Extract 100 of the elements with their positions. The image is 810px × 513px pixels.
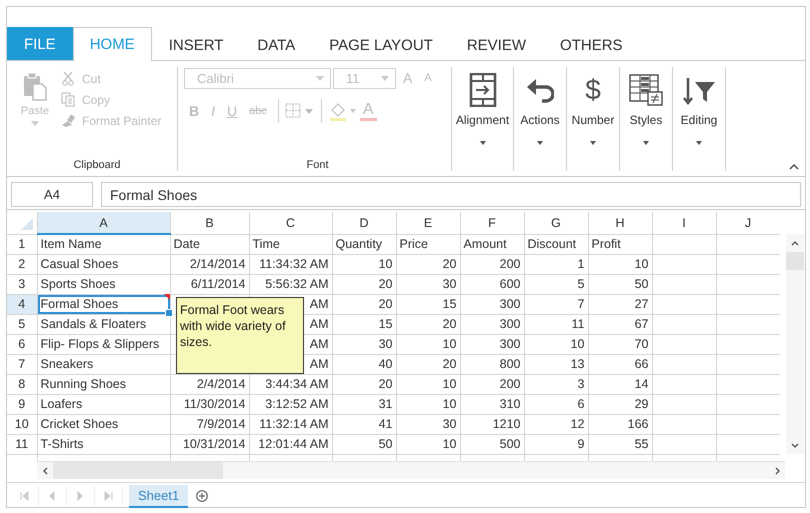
table-cell: 300: [460, 334, 524, 354]
column-header[interactable]: I: [652, 212, 716, 234]
column-header[interactable]: G: [524, 212, 588, 234]
column-header[interactable]: E: [396, 212, 460, 234]
name-box[interactable]: A4: [11, 182, 93, 207]
table-cell: 10: [332, 254, 396, 274]
table-cell: 3: [524, 374, 588, 394]
horizontal-scrollbar[interactable]: [37, 461, 785, 479]
table-cell: 31: [332, 394, 396, 414]
table-cell: 10/31/2014: [170, 434, 249, 454]
fill-handle[interactable]: [165, 309, 173, 317]
table-cell: 12:01:44 AM: [249, 434, 332, 454]
column-header[interactable]: D: [332, 212, 396, 234]
formula-field[interactable]: Formal Shoes: [101, 182, 801, 207]
row-header[interactable]: 7: [7, 354, 37, 374]
table-cell: 40: [332, 354, 396, 374]
table-cell: 66: [588, 354, 652, 374]
dollar-icon: $: [585, 73, 601, 107]
scroll-right-icon[interactable]: [774, 466, 780, 474]
row-header[interactable]: 5: [7, 314, 37, 334]
table-cell: 200: [460, 374, 524, 394]
paste-icon: [22, 71, 48, 101]
collapse-icon[interactable]: [789, 164, 799, 170]
editing-button[interactable]: Editing: [673, 67, 725, 145]
table-cell: 70: [588, 334, 652, 354]
table-cell: 5: [524, 274, 588, 294]
row-header[interactable]: 8: [7, 374, 37, 394]
table-cell: 9: [524, 434, 588, 454]
row-header[interactable]: 6: [7, 334, 37, 354]
ribbon-tab[interactable]: INSERT: [152, 28, 240, 61]
alignment-button[interactable]: Alignment: [452, 67, 513, 145]
table-cell: 41: [332, 414, 396, 434]
row-header[interactable]: 11: [7, 434, 37, 454]
table-cell: Time: [249, 234, 332, 254]
table-cell: 11:34:32 AM: [249, 254, 332, 274]
ribbon-tab[interactable]: DATA: [240, 28, 312, 61]
last-sheet-icon[interactable]: [104, 491, 113, 501]
table-cell: Price: [396, 234, 460, 254]
actions-button[interactable]: Actions: [514, 67, 566, 145]
ribbon-tab[interactable]: PAGE LAYOUT: [312, 28, 450, 61]
row-header[interactable]: 2: [7, 254, 37, 274]
table-cell: 10: [588, 254, 652, 274]
table-cell: 30: [396, 274, 460, 294]
row-header[interactable]: 9: [7, 394, 37, 414]
table-cell: Flip- Flops & Slippers: [37, 334, 170, 354]
scroll-left-icon[interactable]: [42, 466, 48, 474]
table-cell: 50: [332, 434, 396, 454]
table-cell: 20: [332, 294, 396, 314]
table-cell: 12: [524, 414, 588, 434]
scroll-up-icon[interactable]: [791, 240, 799, 246]
table-cell: 10: [396, 394, 460, 414]
add-sheet-icon[interactable]: [196, 490, 208, 502]
row-header[interactable]: 10: [7, 414, 37, 434]
table-cell: 7: [524, 294, 588, 314]
comment-note: Formal Foot wears with wide variety of sizes.: [176, 297, 304, 374]
table-cell: Casual Shoes: [37, 254, 170, 274]
column-header[interactable]: A: [37, 212, 170, 234]
first-sheet-icon[interactable]: [20, 491, 29, 501]
scrollbar-thumb[interactable]: [786, 252, 804, 270]
column-header[interactable]: H: [588, 212, 652, 234]
table-cell: 10: [396, 374, 460, 394]
select-all-icon[interactable]: [21, 218, 33, 230]
table-cell: 10: [396, 434, 460, 454]
table-cell: 50: [588, 274, 652, 294]
table-cell: Cricket Shoes: [37, 414, 170, 434]
table-cell: 11:32:14 AM: [249, 414, 332, 434]
table-cell: Formal Shoes: [37, 294, 170, 314]
table-cell: 3:44:34 AM: [249, 374, 332, 394]
column-header[interactable]: F: [460, 212, 524, 234]
table-cell: 15: [396, 294, 460, 314]
styles-button[interactable]: Styles: [620, 67, 672, 145]
row-header[interactable]: 3: [7, 274, 37, 294]
table-cell: 300: [460, 294, 524, 314]
table-cell: 7/9/2014: [170, 414, 249, 434]
table-cell: 10: [396, 334, 460, 354]
number-button[interactable]: $ Number: [567, 67, 619, 145]
previous-sheet-icon[interactable]: [48, 491, 57, 501]
group-label: Font: [306, 159, 328, 171]
ribbon-tab[interactable]: REVIEW: [450, 28, 544, 61]
scrollbar-thumb[interactable]: [53, 462, 223, 479]
row-header[interactable]: 1: [7, 234, 37, 254]
group-label: Clipboard: [73, 159, 121, 171]
copy-icon: [61, 92, 75, 107]
table-cell: Item Name: [37, 234, 170, 254]
row-header[interactable]: 4: [7, 294, 37, 314]
vertical-scrollbar[interactable]: [786, 234, 804, 454]
column-header[interactable]: B: [170, 212, 249, 234]
table-cell: T-Shirts: [37, 434, 170, 454]
table-cell: Sports Shoes: [37, 274, 170, 294]
alignment-icon: [468, 73, 496, 107]
ribbon-tab[interactable]: OTHERS: [543, 28, 640, 61]
table-cell: 166: [588, 414, 652, 434]
next-sheet-icon[interactable]: [76, 491, 85, 501]
table-cell: Loafers: [37, 394, 170, 414]
scroll-down-icon[interactable]: [791, 442, 799, 448]
table-cell: 20: [396, 354, 460, 374]
table-cell: Sandals & Floaters: [37, 314, 170, 334]
column-header[interactable]: C: [249, 212, 332, 234]
table-cell: 20: [332, 374, 396, 394]
table-cell: 10: [524, 334, 588, 354]
